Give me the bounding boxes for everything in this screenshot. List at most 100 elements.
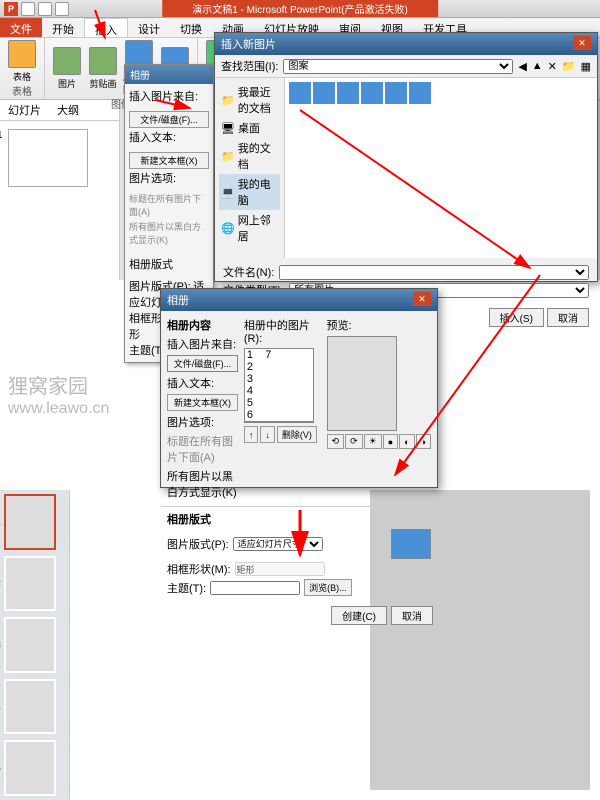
clipart-button[interactable]: 剪贴画 (87, 47, 119, 90)
move-up-button[interactable]: ↑ (244, 426, 259, 443)
insert-button[interactable]: 插入(S) (489, 308, 544, 327)
rotate-right-icon[interactable]: ⟳ (345, 434, 363, 449)
cancel-button[interactable]: 取消 (391, 606, 433, 625)
sect-pic-options: 图片选项: (129, 170, 209, 186)
watermark-url: www.leawo.cn (8, 400, 109, 418)
clipart-icon (89, 47, 117, 75)
slide-pane-tabs: 幻灯片 大纲 (0, 100, 119, 121)
cancel-button[interactable]: 取消 (547, 308, 589, 327)
slide-pane: 幻灯片 大纲 (0, 100, 120, 280)
file-item[interactable] (409, 82, 431, 104)
app-title: 演示文稿1 - Microsoft PowerPoint(产品激活失败) (162, 0, 438, 17)
folder-select[interactable]: 图案 (283, 59, 513, 74)
table-button[interactable]: 表格 (6, 40, 38, 83)
group-tables: 表格 表格 (0, 38, 45, 99)
tab-slides[interactable]: 幻灯片 (0, 100, 49, 120)
file-disk-button[interactable]: 文件/磁盘(F)... (129, 111, 209, 128)
rotate-left-icon[interactable]: ⟲ (327, 434, 345, 449)
close-icon[interactable]: ✕ (413, 292, 431, 306)
album-pictures-list[interactable]: 1 7 2 3 4 5 6 7 6 (244, 348, 314, 423)
redo-icon[interactable] (55, 2, 69, 16)
folder-icon: 📁 (221, 94, 235, 107)
slide-thumb[interactable] (4, 494, 56, 550)
list-item[interactable]: 2 (245, 361, 313, 373)
slide-thumb-1[interactable] (8, 129, 88, 187)
tab-home[interactable]: 开始 (42, 18, 84, 37)
new-textbox-button[interactable]: 新建文本框(X) (167, 394, 238, 411)
opt-bw[interactable]: 所有图片以黑白方式显示(K) (129, 220, 209, 246)
tab-insert[interactable]: 插入 (84, 18, 128, 37)
list-item[interactable]: 4 (245, 385, 313, 397)
insert-picture-dialog: 插入新图片 ✕ 查找范围(I): 图案 ◀ ▲ ✕ 📁 ▦ 📁我最近的文档 🖥桌… (214, 32, 598, 282)
nav-network[interactable]: 🌐网上邻居 (219, 210, 280, 246)
slide-thumb[interactable] (4, 617, 56, 673)
move-down-button[interactable]: ↓ (260, 426, 275, 443)
list-item[interactable]: 6 (245, 409, 313, 421)
list-item[interactable]: 5 (245, 397, 313, 409)
app-icon: P (4, 2, 18, 16)
network-icon: 🌐 (221, 222, 235, 235)
preview-image (327, 336, 397, 431)
layout-select[interactable]: 适应幻灯片尺寸 (233, 537, 323, 551)
list-item[interactable]: 3 (245, 373, 313, 385)
file-item[interactable] (337, 82, 359, 104)
remove-button[interactable]: 删除(V) (277, 426, 317, 443)
opt-caption[interactable]: 标题在所有图片下面(A) (129, 192, 209, 218)
brightness-down-icon[interactable]: ● (383, 434, 398, 449)
back-icon[interactable]: ◀ (518, 60, 526, 73)
sect-insert-text: 插入文本: (129, 129, 209, 145)
save-icon[interactable] (21, 2, 35, 16)
result-thumbs (0, 490, 70, 800)
nav-recent[interactable]: 📁我最近的文档 (219, 82, 280, 118)
undo-icon[interactable] (38, 2, 52, 16)
table-icon (8, 40, 36, 68)
filename-input[interactable] (279, 265, 589, 280)
layout-preview (391, 529, 431, 559)
dropdown-title: 相册 (125, 65, 213, 84)
nav-mycomp[interactable]: 💻我的电脑 (219, 174, 280, 210)
picture-icon (53, 47, 81, 75)
slide-thumb[interactable] (4, 740, 56, 796)
list-item[interactable]: 1 7 (245, 349, 313, 361)
up-icon[interactable]: ▲ (532, 60, 543, 72)
contrast-up-icon[interactable]: ◐ (399, 434, 414, 449)
file-item[interactable] (361, 82, 383, 104)
nav-desktop[interactable]: 🖥桌面 (219, 118, 280, 138)
newfolder-icon[interactable]: 📁 (562, 60, 576, 73)
views-icon[interactable]: ▦ (581, 60, 591, 73)
file-item[interactable] (289, 82, 311, 104)
album-dialog: 相册 ✕ 相册内容 插入图片来自: 文件/磁盘(F)... 插入文本: 新建文本… (160, 288, 438, 488)
new-textbox-button[interactable]: 新建文本框(X) (129, 152, 209, 169)
delete-icon[interactable]: ✕ (548, 60, 557, 73)
watermark-text: 狸窝家园 (8, 370, 88, 399)
file-list[interactable] (285, 78, 597, 258)
frame-shape-input (235, 562, 325, 576)
sect-insert-from: 插入图片来自: (129, 88, 209, 104)
file-disk-button[interactable]: 文件/磁盘(F)... (167, 355, 238, 372)
theme-input[interactable] (210, 581, 300, 595)
file-item[interactable] (313, 82, 335, 104)
slide-thumb[interactable] (4, 556, 56, 612)
places-bar: 📁我最近的文档 🖥桌面 📁我的文档 💻我的电脑 🌐网上邻居 (215, 78, 285, 258)
lookin-label: 查找范围(I): (221, 58, 278, 74)
dialog-titlebar: 插入新图片 ✕ (215, 33, 597, 55)
folder-icon: 📁 (221, 150, 235, 163)
brightness-up-icon[interactable]: ☀ (364, 434, 382, 449)
tab-transitions[interactable]: 切换 (170, 18, 212, 37)
tab-file[interactable]: 文件 (0, 18, 42, 37)
picture-button[interactable]: 图片 (51, 47, 83, 90)
slide-thumb[interactable] (4, 679, 56, 735)
contrast-down-icon[interactable]: ◑ (416, 434, 431, 449)
list-item[interactable]: 7 6 (245, 421, 313, 423)
nav-mydocs[interactable]: 📁我的文档 (219, 138, 280, 174)
computer-icon: 💻 (221, 186, 235, 199)
browse-button[interactable]: 浏览(B)... (304, 579, 352, 596)
tab-outline[interactable]: 大纲 (49, 100, 87, 120)
close-icon[interactable]: ✕ (573, 36, 591, 50)
tab-design[interactable]: 设计 (128, 18, 170, 37)
sect-layout: 相册版式 (129, 256, 209, 272)
desktop-icon: 🖥 (221, 122, 235, 135)
create-button[interactable]: 创建(C) (331, 606, 387, 625)
file-item[interactable] (385, 82, 407, 104)
title-bar: P 演示文稿1 - Microsoft PowerPoint(产品激活失败) (0, 0, 600, 18)
